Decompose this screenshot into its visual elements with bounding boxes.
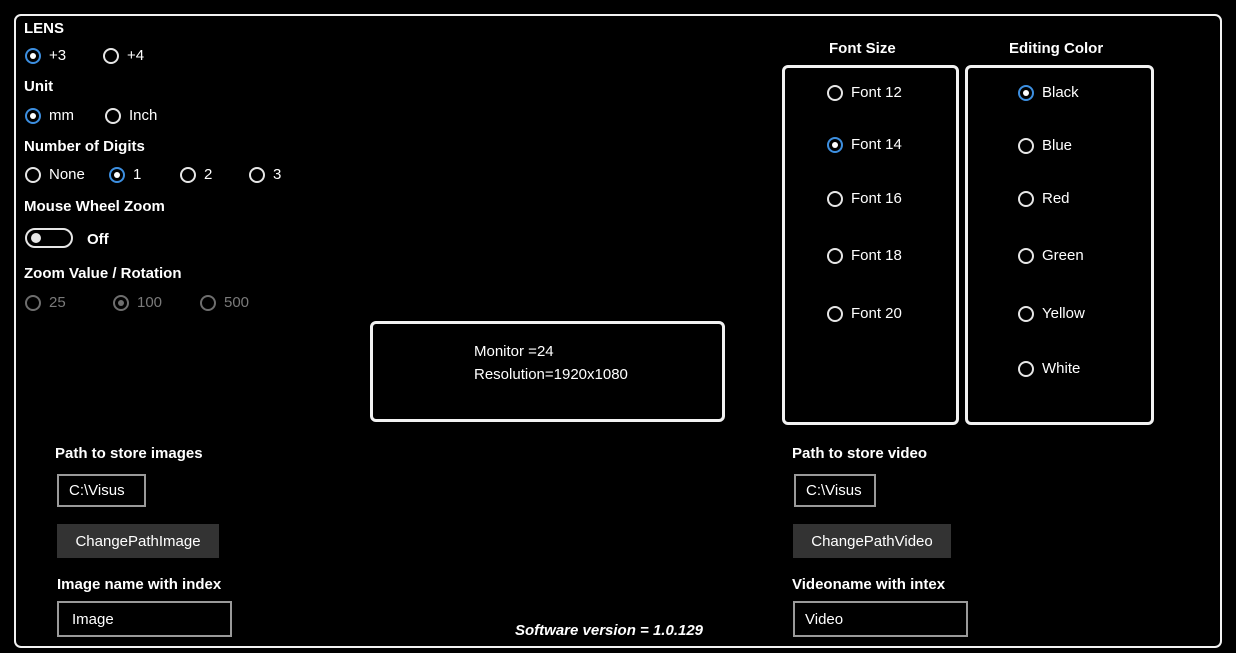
lens-option-plus4[interactable]: +4 [103, 47, 144, 64]
image-path-label: Path to store images [55, 445, 203, 462]
font-option-20[interactable]: Font 20 [827, 305, 902, 322]
video-path-field[interactable]: C:\Visus [794, 474, 876, 507]
toggle-knob [31, 233, 41, 243]
radio-selected-icon [109, 166, 125, 183]
radio-unselected-icon [827, 247, 843, 264]
mouse-wheel-zoom-heading: Mouse Wheel Zoom [24, 198, 165, 215]
color-option-black[interactable]: Black [1018, 84, 1079, 101]
zoom-value-heading: Zoom Value / Rotation [24, 265, 182, 282]
image-name-label: Image name with index [57, 576, 222, 593]
radio-unselected-icon [827, 84, 843, 101]
radio-selected-icon [113, 294, 129, 311]
monitor-size-text: Monitor =24 [474, 343, 554, 360]
change-path-video-button[interactable]: ChangePathVideo [793, 524, 951, 558]
radio-unselected-icon [827, 305, 843, 322]
radio-unselected-icon [105, 107, 121, 124]
font-option-14[interactable]: Font 14 [827, 136, 902, 153]
zoom-option-25[interactable]: 25 [25, 294, 66, 311]
radio-unselected-icon [1018, 305, 1034, 322]
image-name-field[interactable]: Image [57, 601, 232, 637]
radio-unselected-icon [200, 294, 216, 311]
color-option-green[interactable]: Green [1018, 247, 1084, 264]
editing-color-group: Black Blue Red Green Yellow White [965, 65, 1154, 425]
mouse-wheel-zoom-state: Off [87, 231, 109, 248]
font-size-heading: Font Size [829, 40, 896, 57]
radio-selected-icon [827, 136, 843, 153]
radio-unselected-icon [25, 166, 41, 183]
radio-selected-icon [1018, 84, 1034, 101]
font-option-12[interactable]: Font 12 [827, 84, 902, 101]
digits-heading: Number of Digits [24, 138, 145, 155]
radio-unselected-icon [180, 166, 196, 183]
lens-option-plus3[interactable]: +3 [25, 47, 66, 64]
video-path-label: Path to store video [792, 445, 928, 462]
editing-color-heading: Editing Color [1009, 40, 1104, 57]
video-name-label: Videoname with intex [792, 576, 946, 593]
radio-unselected-icon [1018, 190, 1034, 207]
font-size-group: Font 12 Font 14 Font 16 Font 18 Font 20 [782, 65, 959, 425]
radio-selected-icon [25, 107, 41, 124]
radio-unselected-icon [827, 190, 843, 207]
monitor-info-box: Monitor =24 Resolution=1920x1080 [370, 321, 725, 422]
color-option-yellow[interactable]: Yellow [1018, 305, 1085, 322]
radio-unselected-icon [25, 294, 41, 311]
image-path-field[interactable]: C:\Visus [57, 474, 146, 507]
unit-option-mm[interactable]: mm [25, 107, 74, 124]
color-option-blue[interactable]: Blue [1018, 137, 1072, 154]
radio-unselected-icon [249, 166, 265, 183]
digits-option-none[interactable]: None [25, 166, 85, 183]
radio-unselected-icon [1018, 137, 1034, 154]
color-option-red[interactable]: Red [1018, 190, 1070, 207]
digits-option-1[interactable]: 1 [109, 166, 141, 183]
software-version-text: Software version = 1.0.129 [515, 622, 704, 639]
unit-option-inch[interactable]: Inch [105, 107, 157, 124]
radio-unselected-icon [103, 47, 119, 64]
video-name-field[interactable]: Video [793, 601, 968, 637]
zoom-option-100[interactable]: 100 [113, 294, 162, 311]
radio-unselected-icon [1018, 360, 1034, 377]
monitor-resolution-text: Resolution=1920x1080 [474, 366, 628, 383]
font-option-16[interactable]: Font 16 [827, 190, 902, 207]
radio-unselected-icon [1018, 247, 1034, 264]
font-option-18[interactable]: Font 18 [827, 247, 902, 264]
zoom-option-500[interactable]: 500 [200, 294, 249, 311]
lens-heading: LENS [24, 20, 65, 37]
digits-option-2[interactable]: 2 [180, 166, 212, 183]
digits-option-3[interactable]: 3 [249, 166, 281, 183]
color-option-white[interactable]: White [1018, 360, 1080, 377]
radio-selected-icon [25, 47, 41, 64]
unit-heading: Unit [24, 78, 54, 95]
mouse-wheel-zoom-toggle[interactable] [25, 228, 73, 248]
change-path-image-button[interactable]: ChangePathImage [57, 524, 219, 558]
